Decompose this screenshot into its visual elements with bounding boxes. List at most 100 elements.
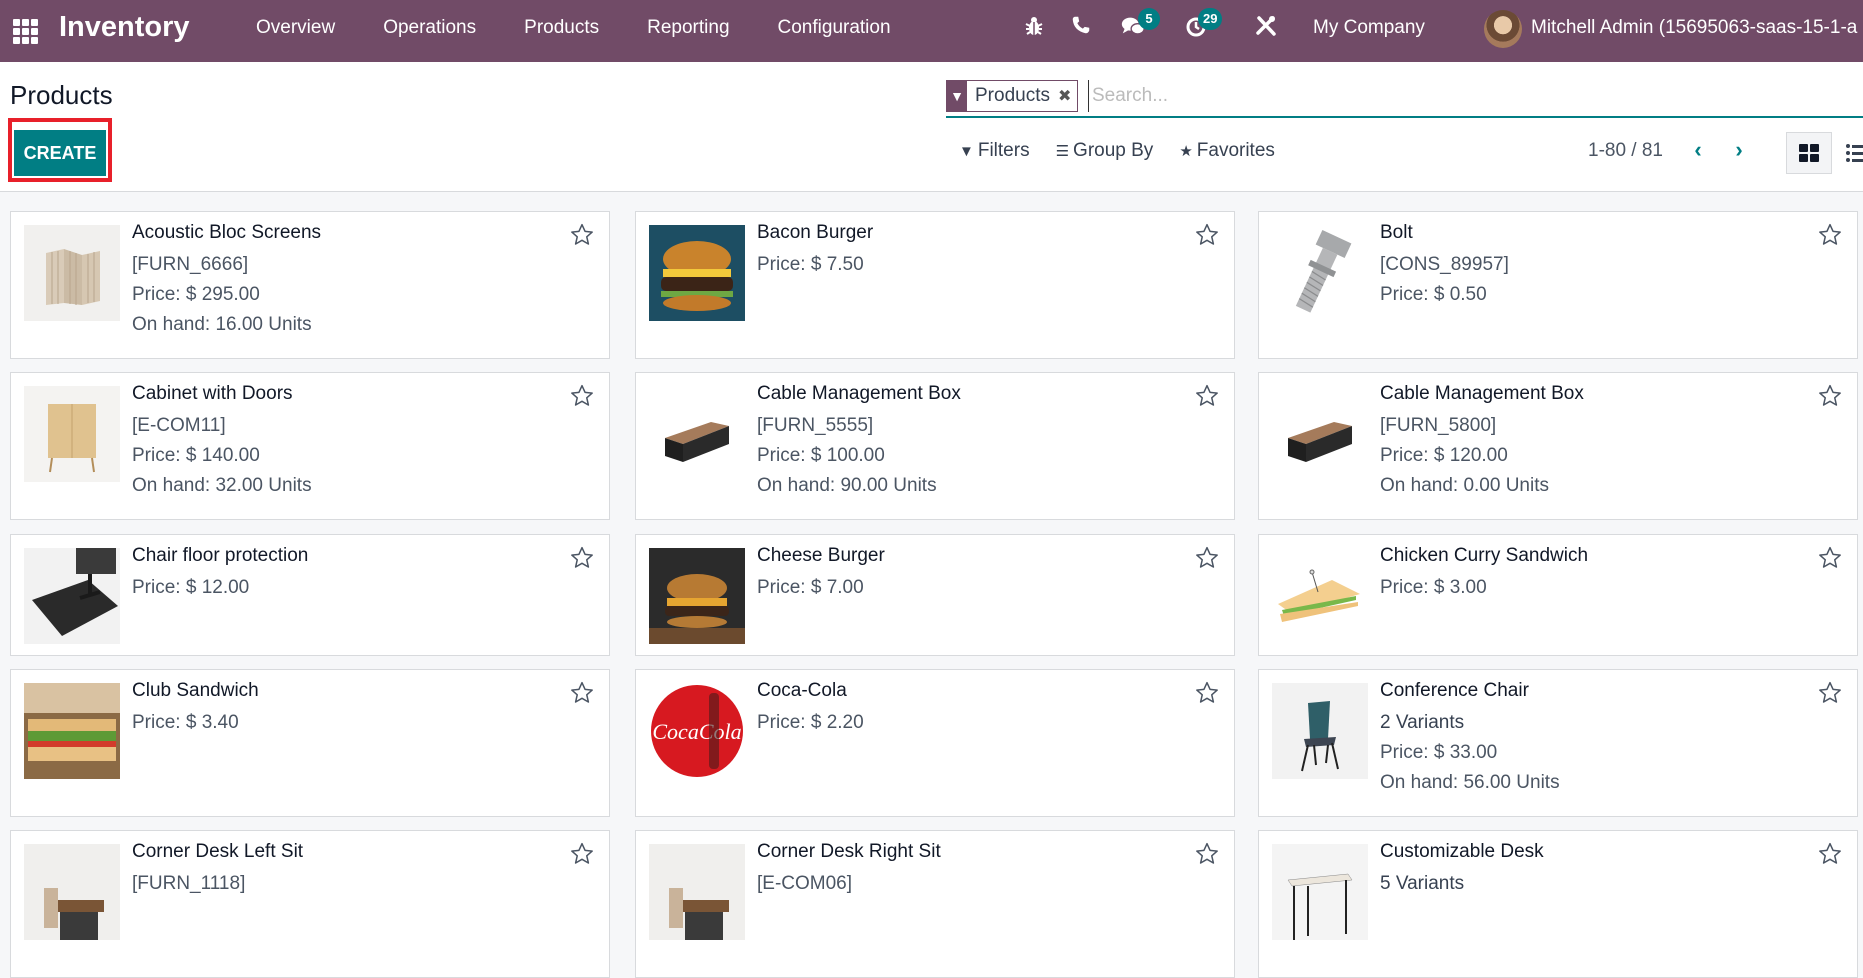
product-name: Club Sandwich bbox=[132, 680, 259, 701]
product-details: Cheese Burger Price: $ 7.00 bbox=[757, 545, 1194, 607]
favorite-star-icon[interactable] bbox=[1817, 841, 1843, 867]
favorite-star-icon[interactable] bbox=[1817, 222, 1843, 248]
product-name: Chair floor protection bbox=[132, 545, 309, 566]
favorite-star-icon[interactable] bbox=[569, 841, 595, 867]
product-on-hand: On hand: 90.00 Units bbox=[757, 475, 937, 496]
product-price: Price: $ 12.00 bbox=[132, 577, 250, 598]
favorite-star-icon[interactable] bbox=[1817, 383, 1843, 409]
product-card[interactable]: Club Sandwich Price: $ 3.40 bbox=[10, 669, 610, 817]
pager-next-icon[interactable]: › bbox=[1727, 136, 1751, 164]
product-details: Corner Desk Right Sit [E-COM06] bbox=[757, 841, 1194, 903]
product-card[interactable]: Conference Chair 2 Variants Price: $ 33.00… bbox=[1258, 669, 1858, 817]
product-image bbox=[24, 844, 120, 940]
group-by-label: Group By bbox=[1073, 140, 1154, 161]
product-image: CocaCola bbox=[649, 683, 745, 779]
product-name: Bacon Burger bbox=[757, 222, 874, 243]
product-name: Corner Desk Right Sit bbox=[757, 841, 941, 862]
menu-overview[interactable]: Overview bbox=[232, 0, 359, 62]
activities-count-badge: 29 bbox=[1198, 8, 1223, 30]
favorite-star-icon[interactable] bbox=[1194, 383, 1220, 409]
product-price: Price: $ 33.00 bbox=[1380, 742, 1498, 763]
search-input[interactable] bbox=[1088, 80, 1848, 112]
product-price: Price: $ 100.00 bbox=[757, 445, 885, 466]
filters-button[interactable]: ▼ Filters bbox=[959, 140, 1030, 162]
tools-settings-icon[interactable] bbox=[1254, 14, 1280, 40]
product-image bbox=[1272, 386, 1368, 482]
kanban-view-button[interactable] bbox=[1786, 132, 1832, 174]
favorite-star-icon[interactable] bbox=[569, 222, 595, 248]
favorites-button[interactable]: ★ Favorites bbox=[1179, 140, 1275, 162]
product-card[interactable]: Bacon Burger Price: $ 7.50 bbox=[635, 211, 1235, 359]
product-card[interactable]: Cheese Burger Price: $ 7.00 bbox=[635, 534, 1235, 656]
product-price: Price: $ 295.00 bbox=[132, 284, 260, 305]
product-reference: [E-COM06] bbox=[757, 873, 853, 894]
group-by-button[interactable]: ☰ Group By bbox=[1056, 140, 1154, 162]
search-facet: ▼ Products ✖ bbox=[946, 80, 1079, 112]
favorite-star-icon[interactable] bbox=[569, 545, 595, 571]
app-name[interactable]: Inventory bbox=[59, 11, 190, 44]
menu-operations[interactable]: Operations bbox=[359, 0, 500, 62]
product-card[interactable]: Customizable Desk 5 Variants bbox=[1258, 830, 1858, 978]
product-price: Price: $ 7.50 bbox=[757, 254, 864, 275]
product-card[interactable]: Chicken Curry Sandwich Price: $ 3.00 bbox=[1258, 534, 1858, 656]
user-avatar[interactable] bbox=[1484, 10, 1522, 48]
remove-facet-icon[interactable]: ✖ bbox=[1058, 86, 1077, 106]
user-menu[interactable]: Mitchell Admin (15695063-saas-15-1-a bbox=[1531, 0, 1857, 56]
favorite-star-icon[interactable] bbox=[569, 383, 595, 409]
favorite-star-icon[interactable] bbox=[1194, 680, 1220, 706]
pager-value[interactable]: 1-80 / 81 bbox=[1588, 140, 1663, 162]
debug-bug-icon[interactable] bbox=[1022, 14, 1048, 40]
product-card[interactable]: Cable Management Box [FURN_5800] Price: $ … bbox=[1258, 372, 1858, 520]
product-card[interactable]: Corner Desk Left Sit [FURN_1118] bbox=[10, 830, 610, 978]
product-card[interactable]: Cable Management Box [FURN_5555] Price: $ … bbox=[635, 372, 1235, 520]
pager-previous-icon[interactable]: ‹ bbox=[1686, 136, 1710, 164]
create-button[interactable]: CREATE bbox=[14, 130, 106, 176]
filters-label: Filters bbox=[977, 140, 1030, 161]
product-details: Bolt [CONS_89957] Price: $ 0.50 bbox=[1380, 222, 1817, 314]
menu-reporting[interactable]: Reporting bbox=[623, 0, 753, 62]
product-reference: [FURN_6666] bbox=[132, 254, 249, 275]
favorites-label: Favorites bbox=[1196, 140, 1275, 161]
product-reference: [FURN_5800] bbox=[1380, 415, 1497, 436]
product-details: Corner Desk Left Sit [FURN_1118] bbox=[132, 841, 569, 903]
app-menu-icon[interactable] bbox=[10, 16, 38, 44]
product-price: Price: $ 120.00 bbox=[1380, 445, 1508, 466]
control-panel: Products CREATE ▼ Products ✖ ▼Filters ☰G… bbox=[0, 62, 1863, 192]
product-price: Price: $ 2.20 bbox=[757, 712, 864, 733]
kanban-icon bbox=[1799, 144, 1819, 162]
product-name: Corner Desk Left Sit bbox=[132, 841, 304, 862]
product-image bbox=[649, 548, 745, 644]
product-image bbox=[24, 386, 120, 482]
favorite-star-icon[interactable] bbox=[1194, 841, 1220, 867]
product-image bbox=[649, 386, 745, 482]
product-name: Coca-Cola bbox=[757, 680, 847, 701]
favorite-star-icon[interactable] bbox=[1194, 545, 1220, 571]
product-reference: [E-COM11] bbox=[132, 415, 226, 436]
product-reference: [CONS_89957] bbox=[1380, 254, 1509, 275]
search-bar: ▼ Products ✖ bbox=[946, 80, 1863, 118]
menu-configuration[interactable]: Configuration bbox=[754, 0, 915, 62]
product-name: Chicken Curry Sandwich bbox=[1380, 545, 1589, 566]
list-view-icon[interactable] bbox=[1846, 144, 1863, 165]
favorite-star-icon[interactable] bbox=[1817, 545, 1843, 571]
product-details: Cable Management Box [FURN_5800] Price: $ … bbox=[1380, 383, 1817, 505]
product-image bbox=[1272, 683, 1368, 779]
product-card[interactable]: CocaCola Coca-Cola Price: $ 2.20 bbox=[635, 669, 1235, 817]
favorite-star-icon[interactable] bbox=[1817, 680, 1843, 706]
product-card[interactable]: Bolt [CONS_89957] Price: $ 0.50 bbox=[1258, 211, 1858, 359]
top-navbar: Inventory Overview Operations Products R… bbox=[0, 0, 1863, 62]
product-card[interactable]: Corner Desk Right Sit [E-COM06] bbox=[635, 830, 1235, 978]
product-variants: 5 Variants bbox=[1380, 873, 1465, 894]
phone-icon[interactable] bbox=[1070, 14, 1096, 40]
favorite-star-icon[interactable] bbox=[1194, 222, 1220, 248]
product-card[interactable]: Chair floor protection Price: $ 12.00 bbox=[10, 534, 610, 656]
menu-products[interactable]: Products bbox=[500, 0, 623, 62]
facet-label: Products bbox=[975, 85, 1050, 106]
product-card[interactable]: Acoustic Bloc Screens [FURN_6666] Price: $… bbox=[10, 211, 610, 359]
product-on-hand: On hand: 0.00 Units bbox=[1380, 475, 1549, 496]
product-card[interactable]: Cabinet with Doors [E-COM11] Price: $ 140.… bbox=[10, 372, 610, 520]
favorite-star-icon[interactable] bbox=[569, 680, 595, 706]
product-details: Customizable Desk 5 Variants bbox=[1380, 841, 1817, 903]
product-details: Cable Management Box [FURN_5555] Price: $ … bbox=[757, 383, 1194, 505]
company-switcher[interactable]: My Company bbox=[1313, 0, 1425, 56]
